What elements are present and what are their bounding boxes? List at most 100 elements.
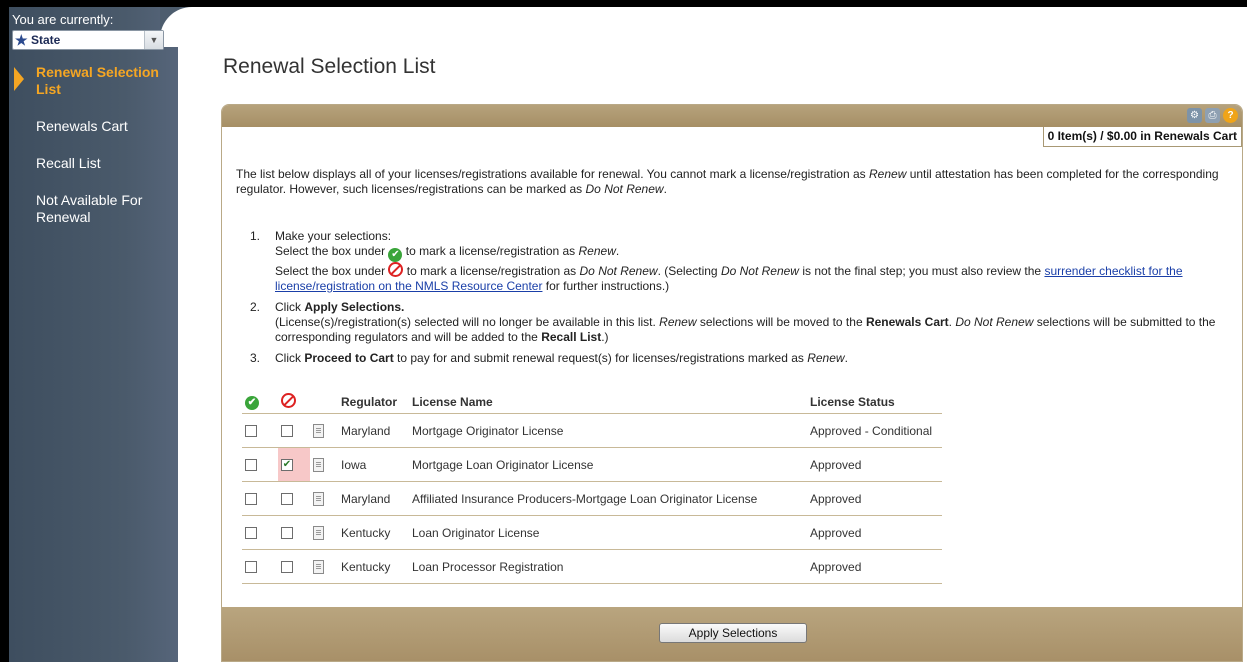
renew-column-header: ✔ xyxy=(242,391,278,414)
step-text: selections will be moved to the xyxy=(696,315,866,329)
step-text: Click xyxy=(275,300,305,314)
do-not-renew-checkbox[interactable] xyxy=(281,493,293,506)
apply-selections-button[interactable]: Apply Selections xyxy=(659,623,807,643)
green-check-icon: ✔ xyxy=(245,396,259,410)
renew-cell xyxy=(242,481,278,516)
step-text: to pay for and submit renewal request(s)… xyxy=(393,351,808,365)
document-icon[interactable] xyxy=(313,525,324,540)
step-line: Select the box under to mark a license/r… xyxy=(275,262,1230,294)
step-text: (License(s)/registration(s) selected wil… xyxy=(275,315,660,329)
document-icon[interactable] xyxy=(313,423,324,438)
sidebar-item-recall-list[interactable]: Recall List xyxy=(36,155,171,172)
left-rail xyxy=(0,7,9,662)
table-row: Kentucky Loan Originator License Approved xyxy=(242,515,942,550)
do-not-renew-cell xyxy=(278,515,310,550)
do-not-renew-checkbox[interactable] xyxy=(281,527,293,540)
renew-cell xyxy=(242,447,278,482)
step-bold: Apply Selections. xyxy=(304,300,405,314)
step-term: Renew xyxy=(578,244,616,258)
sidebar-item-renewal-selection-list[interactable]: Renewal Selection List xyxy=(14,64,171,98)
document-icon[interactable] xyxy=(313,491,324,506)
intro-term: Do Not Renew xyxy=(585,182,664,196)
step-line: Click Proceed to Cart to pay for and sub… xyxy=(275,351,1230,366)
sidebar-item-label: Not Available For Renewal xyxy=(36,192,143,225)
renew-checkbox[interactable] xyxy=(245,493,257,506)
table-header-row: ✔ Regulator License Name License Status xyxy=(242,391,942,414)
step-line: Select the box under ✔ to mark a license… xyxy=(275,244,620,262)
step-number: 2. xyxy=(250,300,261,314)
table-row: Maryland Affiliated Insurance Producers-M… xyxy=(242,481,942,516)
document-icon[interactable] xyxy=(313,559,324,574)
step-text: Click xyxy=(275,351,305,365)
renewal-table: ✔ Regulator License Name License Status … xyxy=(242,391,942,584)
license-name-header: License Name xyxy=(412,395,493,409)
role-select-value: State xyxy=(31,33,61,47)
regulator-header: Regulator xyxy=(341,395,398,409)
license-name-cell: Mortgage Loan Originator License xyxy=(409,447,807,482)
instructions: 1. Make your selections: Select the box … xyxy=(250,229,1230,372)
green-check-icon: ✔ xyxy=(388,248,403,262)
step-term: Renew xyxy=(659,315,697,329)
do-not-renew-cell xyxy=(278,413,310,448)
step-text: to mark a license/registration as xyxy=(406,264,577,278)
sidebar-content: You are currently: ★ State ▼ Renewal Sel… xyxy=(12,12,172,246)
do-not-renew-checkbox[interactable]: ✔ xyxy=(281,459,293,472)
step-term: Do Not Renew xyxy=(720,264,799,278)
step-text: .) xyxy=(601,330,609,344)
license-status-cell: Approved xyxy=(807,515,942,550)
sidebar-item-not-available[interactable]: Not Available For Renewal xyxy=(36,192,171,226)
license-status-cell: Approved - Conditional xyxy=(807,413,942,448)
do-not-renew-checkbox[interactable] xyxy=(281,561,293,574)
license-name-cell: Affiliated Insurance Producers-Mortgage … xyxy=(409,481,807,516)
detail-cell xyxy=(310,481,338,516)
table-row: ✔ Iowa Mortgage Loan Originator License App… xyxy=(242,447,942,482)
renew-checkbox[interactable] xyxy=(245,425,257,438)
step-title: Make your selections: xyxy=(275,229,392,243)
step-title: Click Apply Selections. xyxy=(275,300,1230,315)
intro-term: Renew xyxy=(869,167,907,181)
license-name-cell: Loan Originator License xyxy=(409,515,807,550)
header-tools: ⚙ ⎙ ? xyxy=(1187,108,1238,123)
step-line: (License(s)/registration(s) selected wil… xyxy=(275,315,1230,345)
step-number: 1. xyxy=(250,229,261,243)
chevron-down-icon[interactable]: ▼ xyxy=(144,31,163,49)
detail-cell xyxy=(310,549,338,584)
detail-column-header xyxy=(310,391,338,414)
regulator-cell: Maryland xyxy=(338,413,409,448)
sidebar-item-label: Renewals Cart xyxy=(36,118,128,134)
intro-text: The list below displays all of your lice… xyxy=(236,167,1226,197)
step-bold: Proceed to Cart xyxy=(304,351,394,365)
sidebar-item-label: Recall List xyxy=(36,155,101,171)
renew-cell xyxy=(242,413,278,448)
step-number: 3. xyxy=(250,351,261,365)
intro-part: The list below displays all of your lice… xyxy=(236,167,869,181)
step-term: Renew xyxy=(807,351,845,365)
page-title: Renewal Selection List xyxy=(223,55,436,78)
sidebar-nav: Renewal Selection List Renewals Cart Rec… xyxy=(12,64,172,226)
sidebar-item-renewals-cart[interactable]: Renewals Cart xyxy=(36,118,171,135)
license-name-cell: Loan Processor Registration xyxy=(409,549,807,584)
license-status-header: License Status xyxy=(810,395,895,409)
panel-footer: Apply Selections xyxy=(222,607,1242,661)
step-text: . (Selecting xyxy=(657,264,721,278)
do-not-renew-checkbox[interactable] xyxy=(281,425,293,438)
sidebar-item-label: Renewal Selection List xyxy=(36,64,159,97)
document-icon[interactable] xyxy=(313,457,324,472)
print-icon[interactable]: ⎙ xyxy=(1205,108,1220,123)
step-text: Select the box under xyxy=(275,244,386,258)
renew-checkbox[interactable] xyxy=(245,527,257,540)
step-text: is not the final step; you must also rev… xyxy=(798,264,1045,278)
license-status-cell: Approved xyxy=(807,549,942,584)
step-3: 3. Click Proceed to Cart to pay for and … xyxy=(250,351,1230,366)
help-icon[interactable]: ? xyxy=(1223,108,1238,123)
current-role-label: You are currently: xyxy=(12,12,114,27)
step-text: . xyxy=(844,351,848,365)
tools-icon[interactable]: ⚙ xyxy=(1187,108,1202,123)
role-select[interactable]: ★ State ▼ xyxy=(12,30,164,50)
detail-cell xyxy=(310,413,338,448)
renew-checkbox[interactable] xyxy=(245,459,257,472)
step-text: Select the box under xyxy=(275,264,386,278)
renew-checkbox[interactable] xyxy=(245,561,257,574)
renew-cell xyxy=(242,515,278,550)
do-not-renew-cell xyxy=(278,481,310,516)
